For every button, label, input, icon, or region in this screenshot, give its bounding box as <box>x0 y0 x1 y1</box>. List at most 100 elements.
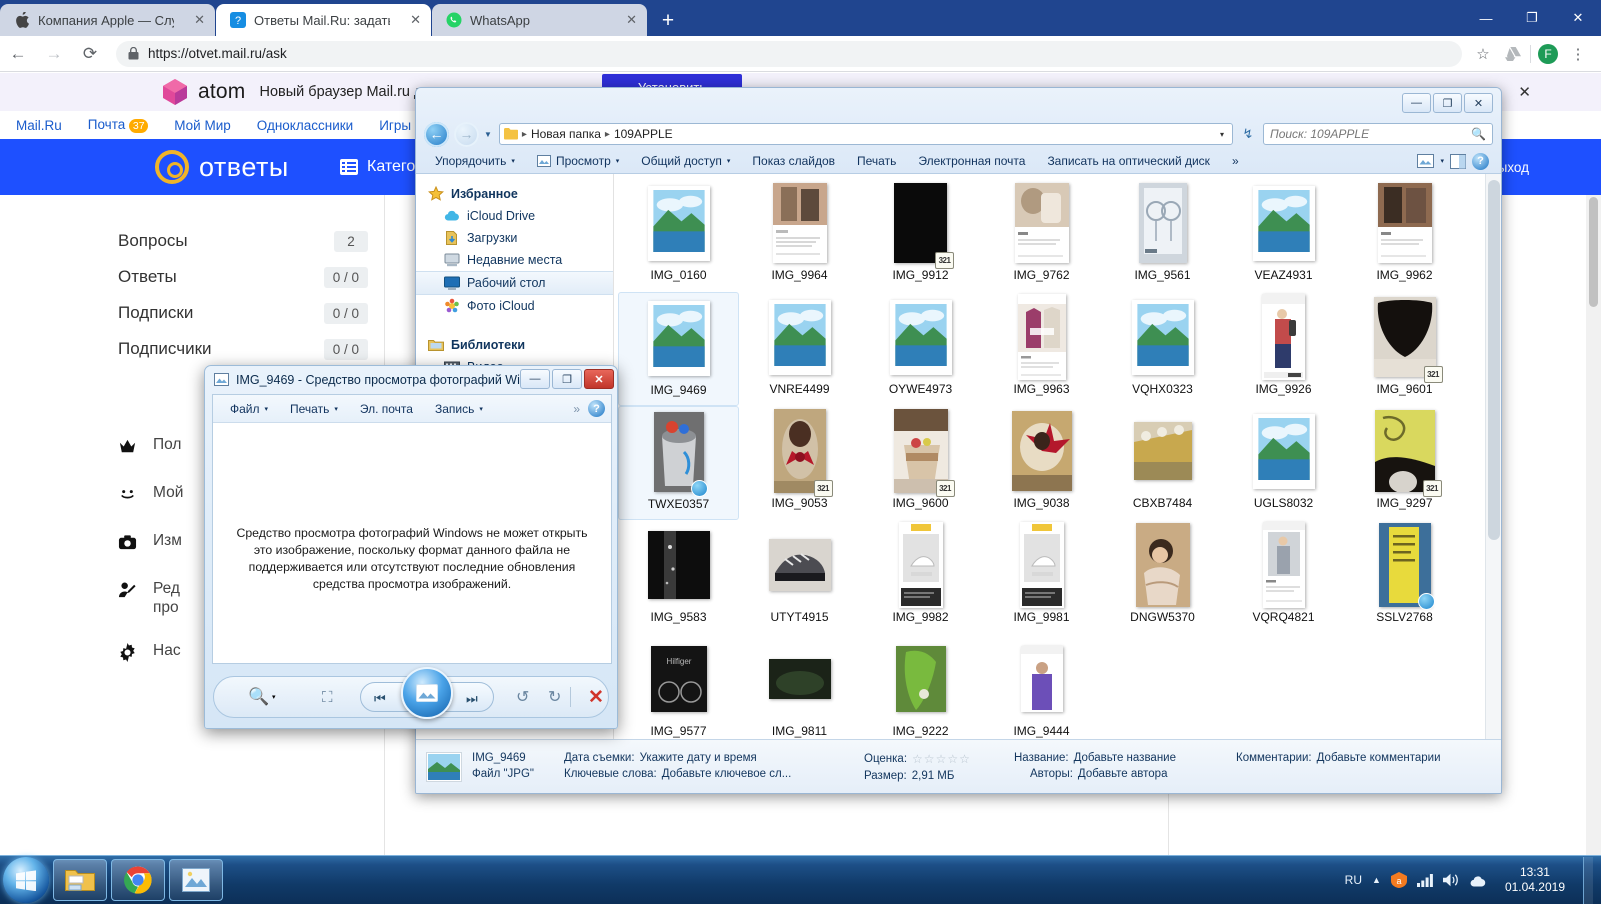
details-capture-date[interactable]: Дата съемки: Укажите дату и время <box>564 752 864 764</box>
explorer-taskbar-button[interactable] <box>53 859 107 901</box>
file-item[interactable]: CBXB7484 <box>1102 406 1223 520</box>
file-item[interactable]: IMG_9982 <box>860 520 981 634</box>
preview-pane-icon[interactable] <box>1450 153 1466 169</box>
cloud-icon[interactable] <box>1470 874 1487 887</box>
file-item[interactable]: VQRQ4821 <box>1223 520 1344 634</box>
toolbar-organize[interactable]: Упорядочить ▾ <box>424 150 526 172</box>
rotate-right-icon[interactable]: ↻ <box>548 687 561 707</box>
nav-link-mailru[interactable]: Mail.Ru <box>16 118 62 133</box>
avast-icon[interactable]: a <box>1390 872 1407 888</box>
slideshow-icon[interactable] <box>401 667 453 719</box>
explorer-titlebar[interactable]: — ❐ ✕ <box>416 88 1501 122</box>
explorer-back-button[interactable]: ← <box>424 121 449 147</box>
file-item[interactable]: 321 IMG_9297 <box>1344 406 1465 520</box>
nav-link-moymir[interactable]: Мой Мир <box>174 118 231 133</box>
file-item[interactable]: IMG_9981 <box>981 520 1102 634</box>
viewer-menu-print[interactable]: Печать ▾ <box>279 402 349 416</box>
tab-close-button[interactable]: ✕ <box>398 12 421 28</box>
toolbar-view[interactable]: Просмотр ▾ <box>526 150 630 172</box>
file-item[interactable]: IMG_9222 <box>860 634 981 741</box>
toolbar-print[interactable]: Печать <box>846 150 907 172</box>
file-item[interactable]: IMG_9038 <box>981 406 1102 520</box>
address-dropdown-icon[interactable]: ▾ <box>1220 130 1228 139</box>
details-title[interactable]: Название: Добавьте название <box>1014 752 1236 764</box>
reload-button[interactable]: ⟳ <box>72 36 108 72</box>
close-button[interactable]: ✕ <box>1555 0 1601 36</box>
breadcrumb-new-folder[interactable]: Новая папка <box>531 127 601 141</box>
rating-stars[interactable]: ☆ ☆ ☆ ☆ ☆ <box>912 752 970 766</box>
photo-viewer-taskbar-button[interactable] <box>169 859 223 901</box>
viewer-menu-email[interactable]: Эл. почта <box>349 402 424 416</box>
nav-group-libraries[interactable]: Библиотеки <box>416 334 613 356</box>
nav-item-icloud-photos[interactable]: Фото iCloud <box>416 295 613 317</box>
file-item[interactable]: Hilfiger IMG_9577 <box>618 634 739 741</box>
answers-logo[interactable]: ответы <box>155 150 289 184</box>
back-button[interactable]: ← <box>0 36 36 72</box>
viewer-close-button[interactable]: ✕ <box>584 369 614 389</box>
explorer-refresh-button[interactable]: ↯ <box>1238 123 1258 145</box>
viewer-titlebar[interactable]: IMG_9469 - Средство просмотра фотографий… <box>205 366 617 393</box>
file-item[interactable]: VQHX0323 <box>1102 292 1223 406</box>
details-authors[interactable]: Авторы: Добавьте автора <box>1014 768 1236 780</box>
drive-icon[interactable] <box>1500 41 1526 67</box>
stat-row[interactable]: Ответы 0 / 0 <box>118 259 368 295</box>
file-item[interactable]: VEAZ4931 <box>1223 178 1344 292</box>
new-tab-button[interactable]: + <box>654 8 682 36</box>
view-dropdown-icon[interactable]: ▾ <box>1440 157 1444 165</box>
viewer-maximize-button[interactable]: ❐ <box>552 369 582 389</box>
language-indicator[interactable]: RU <box>1345 873 1362 887</box>
file-item[interactable]: IMG_9469 <box>618 292 739 406</box>
explorer-address-bar[interactable]: ▸ Новая папка ▸ 109APPLE ▾ <box>498 123 1233 145</box>
delete-icon[interactable]: ✕ <box>588 686 604 709</box>
file-item[interactable]: IMG_9561 <box>1102 178 1223 292</box>
star-icon[interactable]: ☆ <box>936 752 947 766</box>
zoom-icon[interactable]: 🔍 <box>248 687 269 707</box>
details-keywords[interactable]: Ключевые слова: Добавьте ключевое сл... <box>564 768 864 780</box>
file-item[interactable]: SSLV2768 <box>1344 520 1465 634</box>
stat-row[interactable]: Вопросы 2 <box>118 223 368 259</box>
star-icon[interactable]: ☆ <box>912 752 923 766</box>
stat-row[interactable]: Подписки 0 / 0 <box>118 295 368 331</box>
chrome-menu-button[interactable]: ⋮ <box>1565 41 1591 67</box>
file-item[interactable]: TWXE0357 <box>618 406 739 520</box>
tab-mailru-answers[interactable]: ? Ответы Mail.Ru: задать вопрос ✕ <box>216 4 431 36</box>
file-item[interactable]: 321 IMG_9601 <box>1344 292 1465 406</box>
toolbar-email[interactable]: Электронная почта <box>907 150 1036 172</box>
toolbar-burn[interactable]: Записать на оптический диск <box>1036 150 1221 172</box>
bookmark-star-icon[interactable]: ☆ <box>1470 41 1496 67</box>
explorer-file-grid[interactable]: IMG_0160 IMG_9964 321 IMG_9912 IMG_9762 … <box>614 174 1501 741</box>
viewer-menu-burn[interactable]: Запись ▾ <box>424 402 494 416</box>
nav-link-pochta[interactable]: Почта 37 <box>88 117 149 133</box>
explorer-minimize-button[interactable]: — <box>1402 93 1431 113</box>
toolbar-slideshow[interactable]: Показ слайдов <box>741 150 846 172</box>
page-scrollbar-thumb[interactable] <box>1589 197 1598 307</box>
file-item[interactable]: UGLS8032 <box>1223 406 1344 520</box>
file-item[interactable]: IMG_9926 <box>1223 292 1344 406</box>
start-button[interactable] <box>3 857 49 903</box>
viewer-menu-file[interactable]: Файл ▾ <box>219 402 279 416</box>
star-icon[interactable]: ☆ <box>924 752 935 766</box>
breadcrumb-109apple[interactable]: 109APPLE <box>614 127 673 141</box>
nav-item-icloud-drive[interactable]: iCloud Drive <box>416 205 613 227</box>
nav-group-favorites[interactable]: Избранное <box>416 183 613 205</box>
file-item[interactable]: IMG_9811 <box>739 634 860 741</box>
file-item[interactable]: 321 IMG_9053 <box>739 406 860 520</box>
page-scrollbar[interactable] <box>1586 195 1601 855</box>
file-item[interactable]: 321 IMG_9600 <box>860 406 981 520</box>
explorer-maximize-button[interactable]: ❐ <box>1433 93 1462 113</box>
file-item[interactable]: VNRE4499 <box>739 292 860 406</box>
file-item[interactable]: IMG_9964 <box>739 178 860 292</box>
change-view-icon[interactable] <box>1417 154 1435 168</box>
file-item[interactable]: DNGW5370 <box>1102 520 1223 634</box>
file-item[interactable]: 321 IMG_9912 <box>860 178 981 292</box>
forward-button[interactable]: → <box>36 36 72 72</box>
star-icon[interactable]: ☆ <box>959 752 970 766</box>
explorer-vertical-scrollbar[interactable] <box>1485 174 1501 741</box>
minimize-button[interactable]: — <box>1463 0 1509 36</box>
file-item[interactable]: IMG_9444 <box>981 634 1102 741</box>
rotate-left-icon[interactable]: ↺ <box>516 687 529 707</box>
taskbar-clock[interactable]: 13:31 01.04.2019 <box>1497 865 1573 895</box>
address-bar[interactable]: https://otvet.mail.ru/ask <box>116 40 1462 67</box>
next-icon[interactable]: ⏭ <box>466 691 478 707</box>
star-icon[interactable]: ☆ <box>947 752 958 766</box>
